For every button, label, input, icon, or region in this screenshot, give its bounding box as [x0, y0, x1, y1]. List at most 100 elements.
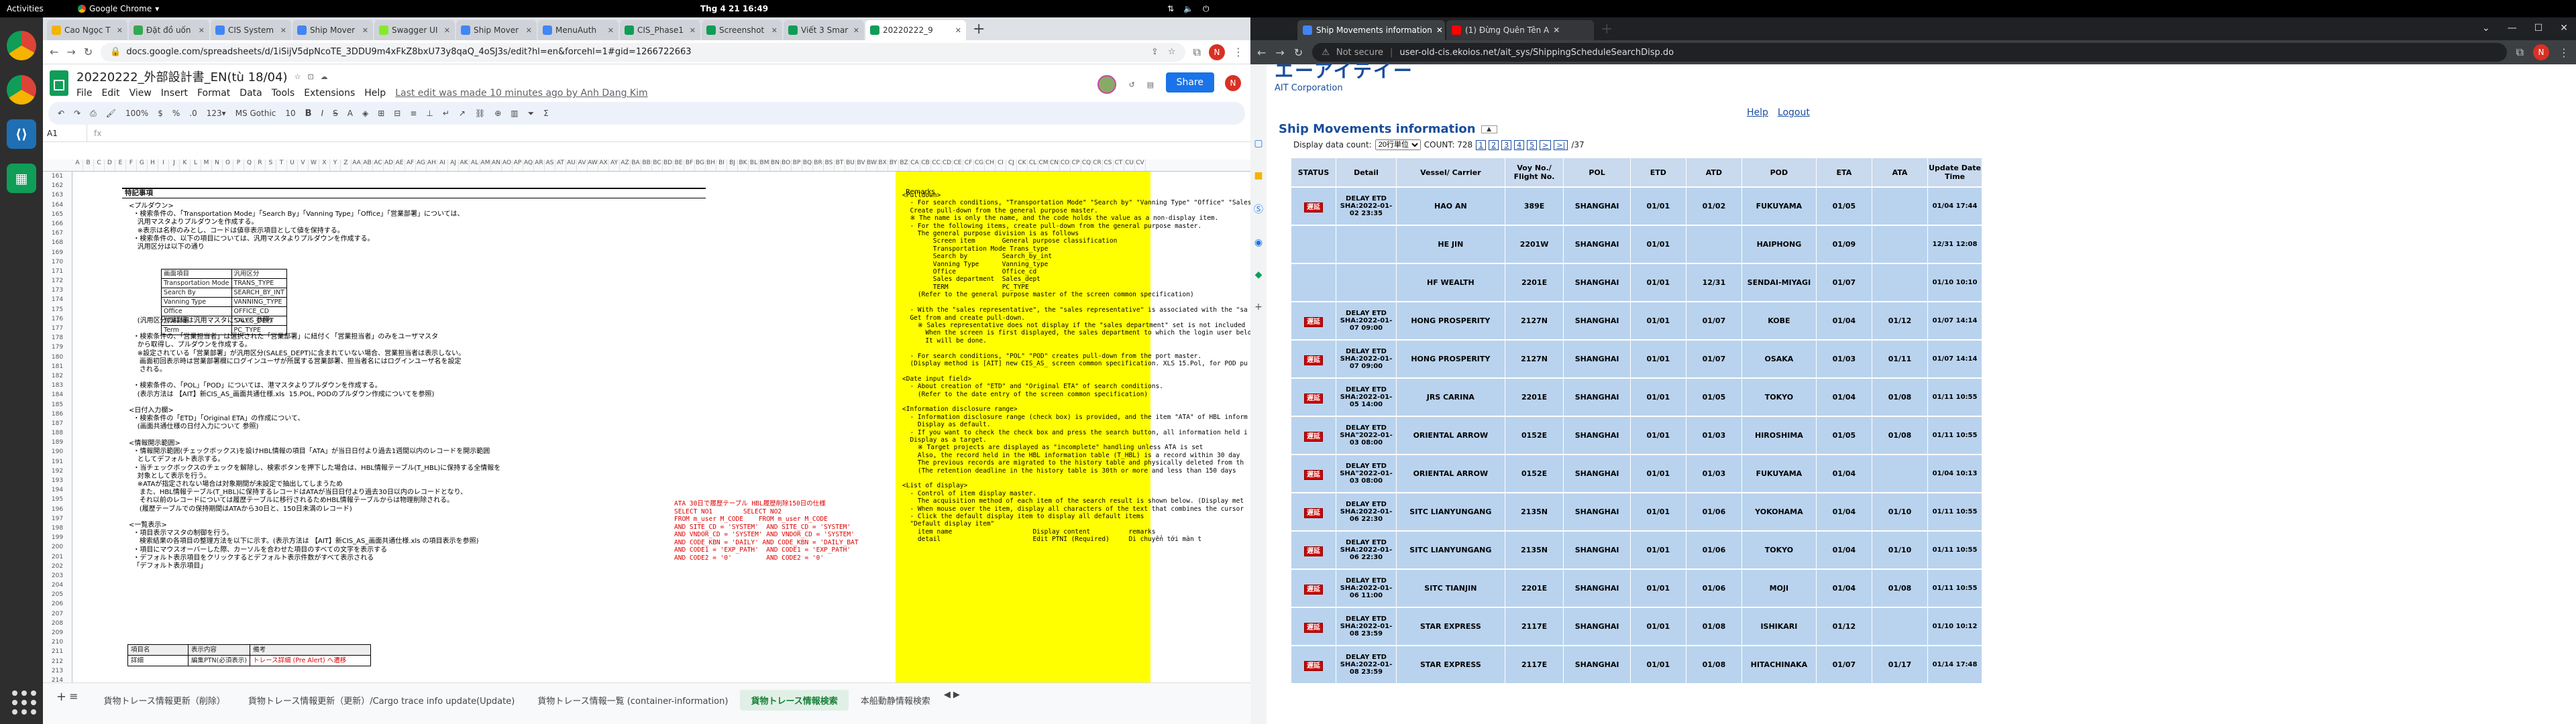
menu-item[interactable]: Edit — [101, 88, 119, 99]
column-header[interactable]: B — [83, 160, 94, 171]
add-sheet-icon[interactable]: + — [56, 690, 66, 704]
page-link[interactable]: 1 — [1476, 139, 1487, 150]
row-header[interactable]: 167 — [43, 229, 72, 238]
favorite-icon[interactable]: ■ — [1254, 170, 1263, 181]
new-tab-icon[interactable]: + — [967, 21, 990, 38]
share-button[interactable]: Share — [1165, 72, 1214, 93]
table-row[interactable]: 遅延 DELAY ETD SHA"2022-01-03 08:00 ORIENTAL… — [1291, 455, 1982, 492]
column-header[interactable]: AJ — [448, 160, 459, 171]
column-header[interactable]: AI — [437, 160, 448, 171]
column-header[interactable]: AN — [491, 160, 502, 171]
row-header[interactable]: 194 — [43, 485, 72, 495]
column-header[interactable]: Q — [244, 160, 255, 171]
browser-tab[interactable]: (1) Đừng Quên Tên A ✕ — [1446, 20, 1594, 40]
column-header[interactable]: J — [169, 160, 180, 171]
column-header[interactable]: CS — [1103, 160, 1114, 171]
clock[interactable]: Thg 4 21 16:49 — [700, 4, 768, 13]
profile-avatar[interactable]: N — [1225, 75, 1241, 91]
row-header[interactable]: 202 — [43, 562, 72, 571]
column-header[interactable]: CF — [963, 160, 974, 171]
column-header[interactable]: BU — [845, 160, 856, 171]
row-header[interactable]: 175 — [43, 305, 72, 314]
align-icon[interactable]: ≡ — [410, 109, 417, 118]
menu-item[interactable]: Tools — [272, 88, 295, 99]
history-icon[interactable]: ↺ — [1128, 80, 1134, 89]
column-header[interactable]: H — [148, 160, 158, 171]
column-header[interactable]: L — [191, 160, 201, 171]
column-header[interactable]: CV — [1135, 160, 1146, 171]
column-header[interactable]: BH — [706, 160, 716, 171]
row-header[interactable]: 176 — [43, 314, 72, 324]
column-header[interactable]: W — [309, 160, 319, 171]
valign-icon[interactable]: ⊥ — [426, 109, 433, 118]
text-color-icon[interactable]: A — [347, 109, 353, 118]
column-header[interactable]: AS — [545, 160, 555, 171]
menu-item[interactable]: Format — [197, 88, 230, 99]
row-header[interactable]: 204 — [43, 581, 72, 590]
browser-tab[interactable]: Cao Ngọc T ✕ — [47, 20, 127, 40]
close-tab-icon[interactable]: ✕ — [1436, 25, 1443, 35]
column-header[interactable]: AF — [405, 160, 416, 171]
column-header[interactable]: D — [105, 160, 115, 171]
column-header[interactable]: BK — [738, 160, 749, 171]
font-size-select[interactable]: 10 — [285, 109, 295, 118]
column-header[interactable]: X — [319, 160, 330, 171]
person-icon[interactable]: ◉ — [1254, 237, 1263, 248]
sheets-logo-icon[interactable] — [50, 70, 68, 96]
name-box[interactable]: A1 — [47, 125, 87, 141]
extensions-icon[interactable]: ⧉ — [2516, 46, 2524, 59]
row-header[interactable]: 190 — [43, 447, 72, 457]
column-header[interactable]: CB — [920, 160, 931, 171]
column-header[interactable]: AE — [394, 160, 405, 171]
table-row[interactable]: 遅延 DELAY ETD SHA:2022-01-06 11:00 SITC TIA… — [1291, 570, 1982, 607]
function-icon[interactable]: Σ — [543, 109, 549, 118]
close-tab-icon[interactable]: ✕ — [771, 26, 777, 35]
back-icon[interactable]: ← — [50, 46, 58, 58]
column-header[interactable]: BD — [663, 160, 674, 171]
menu-item[interactable]: File — [76, 88, 92, 99]
column-header[interactable]: AC — [373, 160, 384, 171]
row-header[interactable]: 164 — [43, 200, 72, 210]
menu-icon[interactable]: ⋮ — [1233, 46, 1244, 58]
all-sheets-icon[interactable]: ≡ — [69, 690, 78, 703]
row-header[interactable]: 208 — [43, 619, 72, 628]
row-header[interactable]: 187 — [43, 419, 72, 428]
row-header[interactable]: 161 — [43, 172, 72, 181]
row-header[interactable]: 185 — [43, 400, 72, 410]
row-header[interactable]: 165 — [43, 210, 72, 219]
menu-item[interactable]: View — [129, 88, 152, 99]
percent-icon[interactable]: % — [172, 109, 180, 118]
sheet-tab[interactable]: 貨物トレース情報一覧 (container-information) — [527, 690, 739, 711]
activities-button[interactable]: Activities — [7, 4, 44, 13]
column-header[interactable]: AL — [470, 160, 480, 171]
page-link[interactable]: > — [1540, 139, 1552, 150]
column-header[interactable]: U — [287, 160, 298, 171]
column-header[interactable]: CO — [1060, 160, 1071, 171]
system-tray[interactable]: ⇅ 🔈 ⏻ — [1167, 4, 1210, 14]
column-header[interactable]: BY — [888, 160, 899, 171]
column-header[interactable]: T — [276, 160, 287, 171]
rotate-icon[interactable]: ↗ — [459, 109, 466, 118]
page-link[interactable]: 5 — [1527, 139, 1538, 150]
row-header[interactable]: 209 — [43, 628, 72, 638]
decimal-icon[interactable]: .0 — [189, 109, 197, 118]
close-tab-icon[interactable]: ✕ — [608, 26, 614, 35]
table-row[interactable]: 遅延 DELAY ETD SHA:2022-01-02 23:35 HAO AN 38… — [1291, 188, 1982, 225]
add-icon[interactable]: + — [1254, 302, 1263, 312]
sheet-tab[interactable]: 本船動静情報検索 — [850, 690, 941, 711]
column-header[interactable]: AQ — [523, 160, 534, 171]
collapse-button[interactable]: ▲ — [1481, 125, 1497, 133]
browser-tab[interactable]: Đặt đồ uốn ✕ — [129, 20, 209, 40]
column-header[interactable]: BJ — [727, 160, 738, 171]
sheets-icon[interactable]: ▦ — [7, 164, 36, 193]
row-header[interactable]: 196 — [43, 505, 72, 514]
doc-title[interactable]: 20220222_外部設計書_EN(tù 18/04) — [76, 68, 288, 85]
menu-item[interactable]: Extensions — [304, 88, 355, 99]
column-header[interactable]: CG — [974, 160, 985, 171]
column-header[interactable]: I — [158, 160, 169, 171]
browser-tab[interactable]: Ship Mover ✕ — [292, 20, 373, 40]
share-icon[interactable]: ⇪ — [1151, 47, 1159, 57]
row-header[interactable]: 193 — [43, 476, 72, 485]
column-header[interactable]: P — [233, 160, 244, 171]
print-icon[interactable]: ⎙ — [90, 109, 97, 119]
